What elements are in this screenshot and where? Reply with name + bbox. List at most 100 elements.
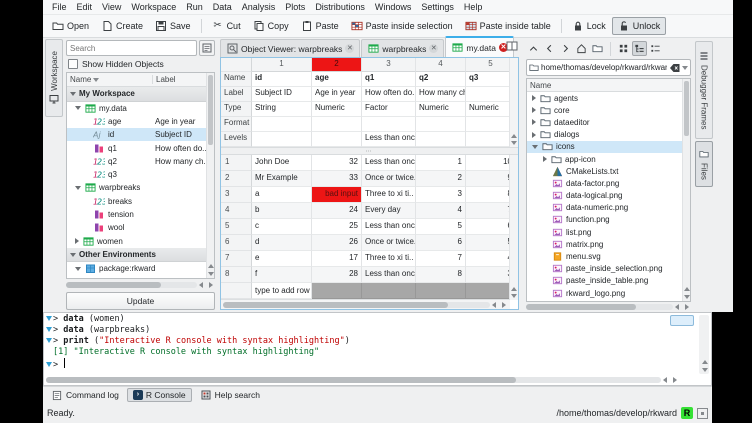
r-console[interactable]: > data (women)> data (warpbreaks)> print…: [43, 312, 712, 386]
object-tree-vscrollbar[interactable]: [206, 73, 214, 278]
console-vscrollbar[interactable]: [699, 315, 709, 374]
view-detail-button[interactable]: [648, 41, 663, 56]
data-cell[interactable]: 2: [416, 171, 466, 187]
scrollbar-thumb[interactable]: [223, 302, 448, 308]
document-tab-my-data[interactable]: my.data✕: [445, 36, 514, 57]
data-cell[interactable]: b: [252, 203, 312, 219]
file-item-agents[interactable]: agents: [527, 92, 690, 104]
path-combobox[interactable]: home/thomas/develop/rkward/rkward/: [526, 59, 691, 76]
column-header-1[interactable]: 1: [252, 58, 312, 72]
search-config-button[interactable]: [199, 40, 215, 56]
scrollbar-thumb[interactable]: [684, 81, 689, 136]
row-header[interactable]: 3: [221, 187, 252, 203]
data-cell[interactable]: 4: [416, 203, 466, 219]
scrollbar-thumb[interactable]: [208, 75, 213, 145]
data-cell[interactable]: John Doe: [252, 155, 312, 171]
column-header-3[interactable]: 3: [362, 58, 416, 72]
scrollbar-arrows[interactable]: [661, 377, 679, 383]
meta-cell[interactable]: [252, 132, 312, 147]
file-item-function-png[interactable]: function.png: [527, 214, 690, 226]
data-grid-hscrollbar[interactable]: [221, 299, 510, 309]
meta-grid-vscrollbar[interactable]: [509, 58, 518, 147]
clear-text-icon[interactable]: [669, 63, 680, 73]
menu-distributions[interactable]: Distributions: [310, 2, 370, 12]
file-item-menu-svg[interactable]: menu.svg: [527, 250, 690, 262]
file-column-header-name[interactable]: Name: [527, 79, 690, 92]
scroll-up-icon[interactable]: [683, 287, 690, 291]
tree-item-wool[interactable]: wool: [67, 221, 214, 234]
row-header[interactable]: 6: [221, 235, 252, 251]
meta-cell[interactable]: [362, 117, 416, 132]
column-header-2[interactable]: 2: [312, 58, 362, 72]
scrollbar-track[interactable]: [223, 302, 490, 308]
folder-button[interactable]: [590, 41, 605, 56]
data-cell[interactable]: Three to xi ti..: [362, 187, 416, 203]
data-cell[interactable]: d: [252, 235, 312, 251]
file-item-list-png[interactable]: list.png: [527, 226, 690, 238]
paste-inside-table-button[interactable]: Paste inside table: [459, 17, 557, 35]
search-input[interactable]: [66, 40, 197, 56]
file-item-rkward-logo-png[interactable]: rkward_logo.png: [527, 287, 690, 299]
meta-cell[interactable]: Age in year: [312, 87, 362, 102]
tree-section-other-environments[interactable]: Other Environments: [67, 248, 214, 263]
split-view-icon[interactable]: [506, 40, 518, 52]
data-cell[interactable]: Three to xi ti..: [362, 251, 416, 267]
data-cell[interactable]: 6: [416, 235, 466, 251]
data-cell[interactable]: 5: [416, 219, 466, 235]
row-header[interactable]: 7: [221, 251, 252, 267]
scrollbar-track[interactable]: [66, 282, 197, 288]
row-header[interactable]: 2: [221, 171, 252, 187]
scrollbar-thumb[interactable]: [526, 304, 636, 310]
meta-cell[interactable]: q1: [362, 72, 416, 87]
data-grid-vscrollbar[interactable]: [509, 155, 518, 300]
dock-tab-workspace[interactable]: Workspace: [45, 39, 63, 117]
scroll-down-icon[interactable]: [683, 295, 690, 299]
tree-item-age[interactable]: 123ageAge in year: [67, 115, 214, 128]
show-hidden-checkbox[interactable]: [68, 59, 78, 69]
tree-item-q3[interactable]: 123q3: [67, 168, 214, 181]
data-cell[interactable]: f: [252, 267, 312, 283]
tree-item-my-data[interactable]: my.data: [67, 102, 214, 115]
scrollbar-arrows[interactable]: [490, 302, 508, 308]
data-cell[interactable]: 24: [312, 203, 362, 219]
scrollbar-track[interactable]: [46, 377, 661, 383]
create-button[interactable]: Create: [95, 17, 149, 35]
menu-view[interactable]: View: [97, 2, 126, 12]
file-item-dataeditor[interactable]: dataeditor: [527, 116, 690, 128]
menu-workspace[interactable]: Workspace: [126, 2, 181, 12]
document-tab-warpbreaks[interactable]: warpbreaks✕: [361, 39, 444, 57]
console-hscrollbar[interactable]: [46, 376, 679, 384]
object-tree-hscrollbar[interactable]: [66, 281, 215, 289]
empty-cell[interactable]: [362, 283, 416, 299]
file-item-CMakeLists-txt[interactable]: CMakeLists.txt: [527, 165, 690, 177]
paste-button[interactable]: Paste: [295, 17, 345, 35]
data-cell[interactable]: 3: [416, 187, 466, 203]
scroll-down-icon[interactable]: [701, 368, 708, 372]
row-header[interactable]: 5: [221, 219, 252, 235]
scrollbar-track[interactable]: [526, 304, 673, 310]
scroll-down-icon[interactable]: [207, 272, 214, 276]
file-tree-vscrollbar[interactable]: [682, 79, 690, 301]
data-cell[interactable]: 8: [416, 267, 466, 283]
scroll-up-icon[interactable]: [207, 264, 214, 268]
data-cell[interactable]: 25: [312, 219, 362, 235]
scroll-down-icon[interactable]: [511, 141, 518, 145]
row-header[interactable]: 8: [221, 267, 252, 283]
back-button[interactable]: [542, 41, 557, 56]
file-item-run-all-png[interactable]: run_all.png: [527, 299, 690, 302]
tree-item-id[interactable]: AjidSubject ID: [67, 128, 214, 141]
document-tab-object-viewer-warpbreaks[interactable]: Object Viewer: warpbreaks✕: [220, 39, 360, 57]
data-cell[interactable]: Mr Example: [252, 171, 312, 187]
save-button[interactable]: Save: [149, 17, 197, 35]
tree-item-warpbreaks[interactable]: warpbreaks: [67, 181, 214, 194]
data-cell[interactable]: Less than onc...: [362, 219, 416, 235]
tool-tab-command-log[interactable]: Command log: [45, 387, 125, 403]
data-cell[interactable]: a: [252, 187, 312, 203]
meta-cell[interactable]: Less than onc...: [362, 132, 416, 147]
meta-cell[interactable]: id: [252, 72, 312, 87]
unlock-button[interactable]: Unlock: [612, 17, 667, 35]
data-cell[interactable]: Less than onc...: [362, 155, 416, 171]
scrollbar-arrows[interactable]: [197, 282, 215, 288]
column-header-name[interactable]: Name: [67, 75, 153, 84]
data-cell[interactable]: 17: [312, 251, 362, 267]
